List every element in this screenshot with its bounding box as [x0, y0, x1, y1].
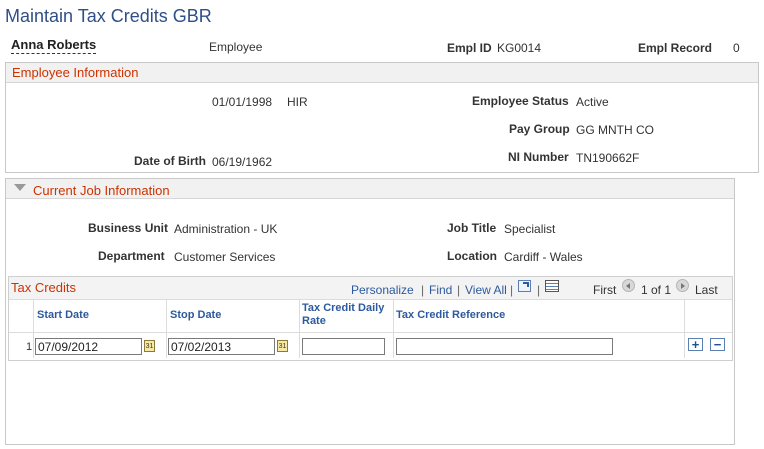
view-all-link[interactable]: View All — [465, 283, 507, 297]
calendar-icon[interactable]: 31 — [277, 340, 288, 352]
employee-information-title: Employee Information — [12, 65, 139, 80]
empl-record-label: Empl Record — [638, 41, 713, 55]
location-label: Location — [447, 249, 497, 263]
location-value: Cardiff - Wales — [504, 250, 583, 264]
column-divider — [166, 300, 167, 358]
hire-date-value: 01/01/1998 — [212, 95, 273, 109]
tax-credit-reference-input[interactable] — [396, 338, 613, 355]
department-label: Department — [98, 249, 165, 263]
toolbar-separator: | — [457, 283, 461, 297]
toolbar-separator: | — [537, 283, 541, 297]
date-of-birth-value: 06/19/1962 — [212, 155, 273, 169]
personalize-link[interactable]: Personalize — [351, 283, 414, 297]
current-job-information-title[interactable]: Current Job Information — [33, 183, 170, 198]
employee-status-value: Active — [576, 95, 609, 109]
job-title-value: Specialist — [504, 222, 556, 236]
date-of-birth-label: Date of Birth — [134, 154, 206, 168]
tax-credits-title: Tax Credits — [11, 280, 77, 295]
toolbar-separator: | — [510, 283, 514, 297]
job-title-label: Job Title — [447, 221, 497, 235]
pay-group-value: GG MNTH CO — [576, 123, 654, 137]
ni-number-label: NI Number — [508, 150, 569, 164]
start-date-input[interactable] — [35, 338, 142, 355]
column-divider — [33, 300, 34, 358]
stop-date-input[interactable] — [168, 338, 275, 355]
toolbar-separator: | — [421, 283, 425, 297]
next-row-icon[interactable] — [676, 279, 689, 292]
collapse-triangle-icon[interactable] — [14, 184, 26, 191]
add-row-icon[interactable]: + — [688, 338, 703, 351]
tax-credit-daily-rate-input[interactable] — [302, 338, 385, 355]
empl-id-value: KG0014 — [497, 41, 542, 55]
first-label[interactable]: First — [593, 283, 616, 297]
column-divider — [299, 300, 300, 358]
delete-row-icon[interactable]: − — [710, 338, 725, 351]
pay-group-label: Pay Group — [509, 122, 570, 136]
employee-type: Employee — [209, 40, 263, 54]
page-title: Maintain Tax Credits GBR — [5, 6, 212, 26]
download-spreadsheet-icon[interactable] — [545, 280, 559, 292]
column-divider — [393, 300, 394, 358]
column-header-tax-credit-daily-rate[interactable]: Tax Credit Daily Rate — [302, 302, 390, 328]
department-value: Customer Services — [174, 250, 276, 264]
calendar-icon[interactable]: 31 — [144, 340, 155, 352]
column-header-start-date[interactable]: Start Date — [37, 309, 89, 321]
last-label[interactable]: Last — [695, 283, 718, 297]
empl-id-label: Empl ID — [447, 41, 492, 55]
action-value: HIR — [287, 95, 308, 109]
zoom-grid-icon[interactable] — [518, 280, 531, 292]
previous-row-icon[interactable] — [622, 279, 635, 292]
column-divider — [684, 300, 685, 358]
employee-status-label: Employee Status — [472, 94, 569, 108]
ni-number-value: TN190662F — [576, 151, 640, 165]
row-number: 1 — [26, 341, 33, 353]
employee-name[interactable]: Anna Roberts — [11, 37, 97, 54]
business-unit-value: Administration - UK — [174, 222, 278, 236]
column-header-stop-date[interactable]: Stop Date — [170, 309, 221, 321]
find-link[interactable]: Find — [429, 283, 452, 297]
empl-record-value: 0 — [733, 41, 740, 55]
business-unit-label: Business Unit — [88, 221, 169, 235]
row-range: 1 of 1 — [641, 283, 672, 297]
column-header-tax-credit-reference[interactable]: Tax Credit Reference — [396, 309, 505, 321]
